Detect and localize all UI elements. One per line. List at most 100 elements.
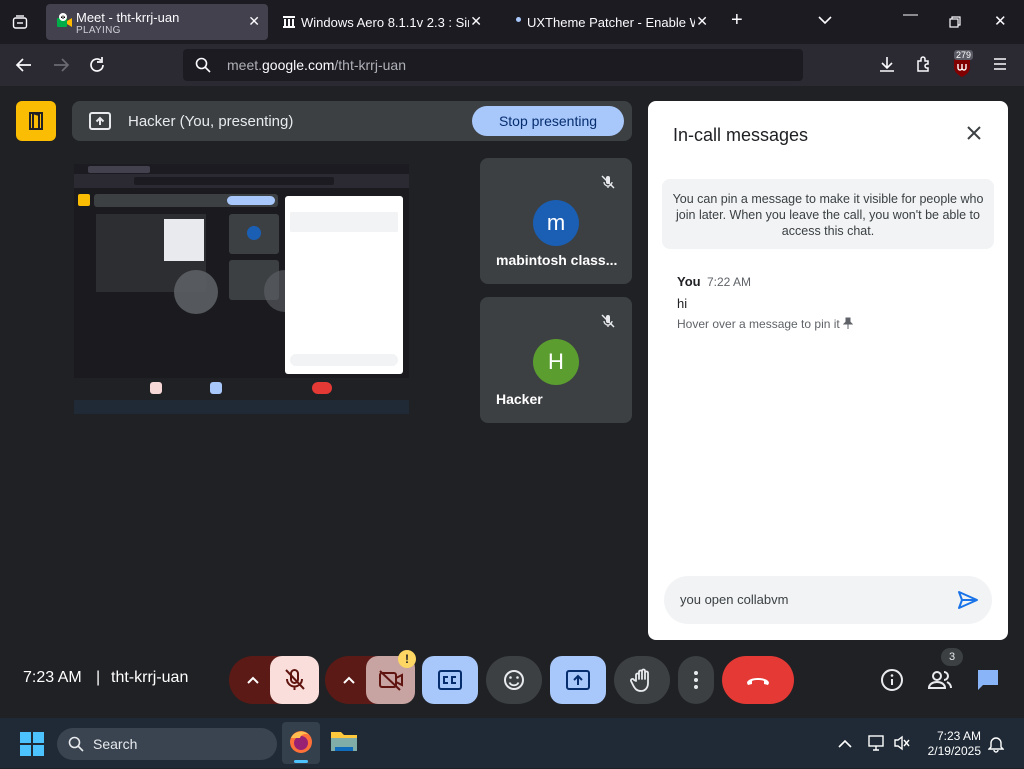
camera-warning-badge: ! <box>398 650 416 668</box>
taskbar-time: 7:23 AM <box>936 729 981 743</box>
forward-icon[interactable] <box>52 56 70 79</box>
leave-call-button[interactable] <box>722 656 794 704</box>
screen-share-preview <box>74 164 409 414</box>
avatar: H <box>533 339 579 385</box>
separator: | <box>96 669 101 686</box>
pin-hint-text: Hover over a message to pin it <box>677 317 840 331</box>
search-icon <box>68 736 84 757</box>
archive-favicon <box>282 15 296 32</box>
chat-input[interactable]: you open collabvm <box>664 576 992 624</box>
browser-nav-bar: meet.google.com/tht-krrj-uan 279 <box>0 44 1024 86</box>
present-button[interactable] <box>550 656 606 704</box>
hang-up-icon <box>747 678 769 685</box>
captions-button[interactable] <box>422 656 478 704</box>
close-tab-icon[interactable]: ✕ <box>470 13 482 30</box>
downloads-icon[interactable] <box>878 55 896 78</box>
preview-taskbar <box>74 400 409 414</box>
preview-companion <box>78 194 90 206</box>
back-icon[interactable] <box>15 56 33 79</box>
close-window-icon[interactable]: ✕ <box>994 12 1007 30</box>
stop-presenting-button[interactable]: Stop presenting <box>472 106 624 136</box>
pin-hint: Hover over a message to pin it <box>677 317 854 332</box>
more-options-button[interactable] <box>678 656 714 704</box>
chat-input-value: you open collabvm <box>680 592 789 607</box>
meeting-info-icon[interactable] <box>880 668 904 697</box>
tab-audio-status: PLAYING <box>76 25 121 36</box>
search-placeholder: Search <box>93 736 138 752</box>
chat-icon[interactable] <box>976 668 1000 697</box>
search-icon <box>195 57 211 78</box>
active-indicator <box>294 760 308 763</box>
ublock-icon[interactable]: 279 <box>952 50 974 77</box>
close-tab-icon[interactable]: ✕ <box>248 13 260 30</box>
presenting-banner: Hacker (You, presenting) Stop presenting <box>72 101 632 141</box>
companion-mode-button[interactable] <box>16 101 56 141</box>
meet-favicon <box>56 13 74 34</box>
participant-name: mabintosh class... <box>496 252 618 268</box>
windows-start-icon[interactable] <box>20 732 44 761</box>
participants-count-badge: 3 <box>941 648 963 666</box>
firefox-icon <box>290 731 312 753</box>
url-bar[interactable]: meet.google.com/tht-krrj-uan <box>183 49 803 81</box>
mic-off-icon <box>285 669 305 690</box>
message-text[interactable]: hi <box>677 296 687 311</box>
send-icon[interactable] <box>956 588 980 612</box>
tab-windows-aero[interactable]: Windows Aero 8.1.1v 2.3 : Simpl ✕ <box>272 4 490 40</box>
tab-meet[interactable]: Meet - tht-krrj-uan PLAYING ✕ <box>46 4 268 40</box>
close-icon[interactable] <box>964 123 984 143</box>
network-icon[interactable] <box>868 735 886 756</box>
reload-icon[interactable] <box>88 56 106 79</box>
people-icon[interactable] <box>927 668 953 697</box>
restore-icon[interactable] <box>949 15 961 33</box>
meet-page: Hacker (You, presenting) Stop presenting… <box>0 86 1024 718</box>
preview-mic <box>150 382 162 394</box>
volume-muted-icon[interactable] <box>893 735 911 756</box>
unread-dot-icon <box>516 17 521 22</box>
preview-stop-button <box>227 196 275 205</box>
taskbar-clock[interactable]: 7:23 AM 2/19/2025 <box>928 729 981 759</box>
minimize-icon[interactable]: — <box>903 6 918 23</box>
message-sender: You <box>677 274 701 289</box>
preview-avatar <box>247 226 261 240</box>
tab-uxtheme[interactable]: UXTheme Patcher - Enable Win ✕ <box>498 4 716 40</box>
menu-icon[interactable] <box>992 56 1008 77</box>
closed-captions-icon <box>438 670 462 690</box>
reactions-button[interactable] <box>486 656 542 704</box>
notification-bell-icon[interactable] <box>987 735 1005 758</box>
preview-nested-chat <box>164 219 204 261</box>
tab-list-icon[interactable] <box>12 14 28 35</box>
mic-control-group <box>229 656 319 704</box>
meeting-code: tht-krrj-uan <box>111 669 189 686</box>
avatar: m <box>533 200 579 246</box>
preview-leave <box>312 382 332 394</box>
taskbar-search[interactable]: Search <box>57 728 277 760</box>
chevron-up-icon[interactable] <box>838 736 852 754</box>
door-icon <box>29 112 43 130</box>
chevron-down-icon[interactable] <box>818 12 832 29</box>
preview-controls <box>74 378 409 400</box>
url-path: /tht-krrj-uan <box>334 57 406 73</box>
preview-urlbar <box>134 177 334 185</box>
taskbar-firefox[interactable] <box>282 722 320 764</box>
hand-icon <box>630 668 649 692</box>
camera-control-group: ! <box>325 650 416 704</box>
preview-chat-input <box>290 354 398 366</box>
raise-hand-button[interactable] <box>614 656 670 704</box>
participant-tile[interactable]: m mabintosh class... <box>480 158 632 284</box>
mic-toggle-button[interactable] <box>270 656 319 704</box>
participant-tile[interactable]: H Hacker <box>480 297 632 423</box>
close-tab-icon[interactable]: ✕ <box>696 13 708 30</box>
tab-title: Windows Aero 8.1.1v 2.3 : Simpl <box>301 15 469 30</box>
url-prefix: meet. <box>227 57 263 73</box>
browser-tab-bar: Meet - tht-krrj-uan PLAYING ✕ Windows Ae… <box>0 0 1024 44</box>
url-text: meet.google.com/tht-krrj-uan <box>227 57 406 73</box>
extensions-icon[interactable] <box>915 55 933 78</box>
present-screen-icon <box>88 111 112 136</box>
preview-tab <box>88 166 150 173</box>
pin-icon <box>842 317 854 332</box>
more-vert-icon <box>694 671 698 689</box>
tab-title: UXTheme Patcher - Enable Win <box>527 15 695 30</box>
new-tab-icon[interactable]: + <box>731 9 743 32</box>
mic-off-icon <box>600 313 616 334</box>
file-explorer-icon[interactable] <box>330 729 358 758</box>
